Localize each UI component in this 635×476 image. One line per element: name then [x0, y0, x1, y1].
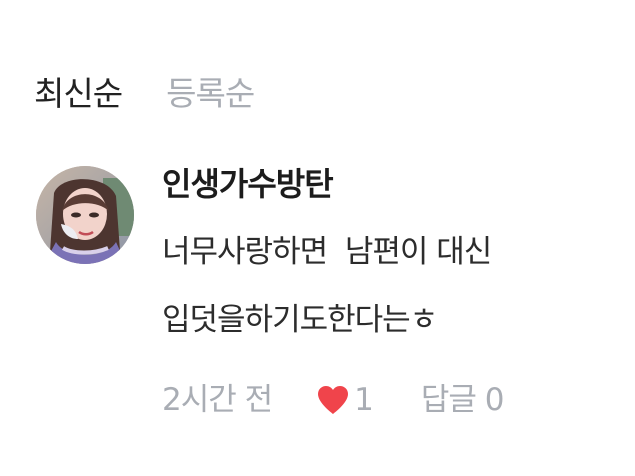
comment-time: 2시간 전: [162, 382, 273, 418]
comment-meta: 2시간 전 1 답글 0: [162, 372, 505, 428]
reply-label: 답글: [420, 382, 477, 418]
comment-body: 너무사랑하면 남편이 대신 입덧을하기도한다는ㅎ: [162, 218, 622, 354]
like-button[interactable]: 1: [316, 372, 374, 428]
reply-button[interactable]: 답글 0: [420, 372, 505, 428]
user-avatar[interactable]: [36, 166, 134, 264]
comment-line-1: 너무사랑하면 남편이 대신: [162, 234, 492, 270]
sort-latest-tab[interactable]: 최신순: [34, 66, 123, 122]
like-count: 1: [354, 382, 374, 418]
sort-registered-tab[interactable]: 등록순: [166, 66, 255, 122]
heart-icon: [318, 386, 349, 414]
reply-count: 0: [484, 382, 505, 418]
comment-username[interactable]: 인생가수방탄: [162, 160, 334, 208]
sort-tabs: 최신순 등록순: [34, 66, 255, 122]
comment-line-2: 입덧을하기도한다는ㅎ: [162, 302, 438, 338]
comment-section: 최신순 등록순 인생가수방탄 너무사랑하면 남편이 대신 입덧을하기도한다는ㅎ …: [0, 0, 635, 476]
avatar-image: [36, 166, 134, 264]
